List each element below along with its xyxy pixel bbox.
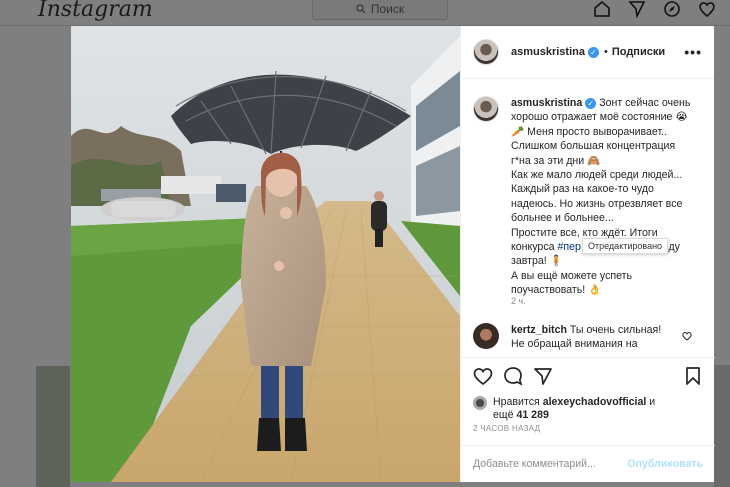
commenter-username[interactable]: kertz_bitch <box>511 324 567 336</box>
caption-line: Простите все, кто ждёт. Итоги <box>511 226 658 239</box>
liker-username[interactable]: alexeychadovofficial <box>543 396 647 408</box>
caption-line: больнее и больнее... <box>511 212 614 225</box>
caption-line: поучаствовать! 👌 <box>511 284 602 297</box>
likes-suffix: и <box>649 396 656 408</box>
save-bookmark-icon[interactable] <box>683 366 703 386</box>
comment-bubble-icon[interactable] <box>503 366 523 386</box>
caption-line: А вы ещё можете успеть <box>511 269 633 282</box>
author-avatar[interactable] <box>473 39 499 65</box>
post-actions: Нравится alexeychadovofficial и ещё 41 2… <box>461 357 715 427</box>
caption-text: asmuskristina ✓ Зонт сейчас очень хорошо … <box>511 96 709 298</box>
background-grid-tile-right <box>714 365 730 487</box>
like-heart-icon[interactable] <box>473 366 493 386</box>
caption-author-username[interactable]: asmuskristina <box>511 97 582 109</box>
post-side-panel: asmuskristina ✓ • Подписки ••• asmuskris… <box>460 26 715 482</box>
caption-author-avatar[interactable] <box>473 96 499 122</box>
caption-verified-badge-icon: ✓ <box>585 97 597 109</box>
likes-count[interactable]: 41 289 <box>516 409 548 421</box>
caption-timestamp[interactable]: 2 ч. <box>511 296 526 306</box>
publish-button[interactable]: Опубликовать <box>627 458 703 470</box>
caption-line: конкурса <box>511 241 555 254</box>
caption-line: хорошо отражает моё состояние 😭 <box>511 111 688 124</box>
likes-summary: Нравится alexeychadovofficial и ещё 41 2… <box>473 396 703 422</box>
post-photo[interactable] <box>71 26 460 482</box>
caption-line: Как же мало людей среди людей... <box>511 169 683 182</box>
background-header: Instagram Поиск <box>0 0 730 26</box>
caption-line: 🥕 Меня просто выворачивает.. <box>511 125 668 138</box>
comment-input[interactable]: Добавьте комментарий... <box>473 458 627 470</box>
comment-item: kertz_bitch Ты очень сильная! Не обращай… <box>473 323 709 352</box>
caption-line: Слишком большая концентрация <box>511 140 676 153</box>
search-input[interactable]: Поиск <box>312 0 448 20</box>
photo-scene <box>71 26 460 482</box>
add-comment-bar: Добавьте комментарий... Опубликовать <box>461 445 715 482</box>
caption-line: Зонт сейчас очень <box>599 97 691 109</box>
instagram-logo[interactable]: Instagram <box>38 0 153 22</box>
author-username[interactable]: asmuskristina <box>511 46 585 58</box>
comment-line: Не обращай внимания на <box>511 338 638 351</box>
following-button[interactable]: Подписки <box>612 46 665 58</box>
search-icon <box>356 4 366 14</box>
verified-badge-icon: ✓ <box>587 46 599 58</box>
post-timestamp[interactable]: 2 ЧАСОВ НАЗАД <box>473 424 540 433</box>
separator-dot: • <box>603 46 608 58</box>
post-header: asmuskristina ✓ • Подписки ••• <box>461 26 714 79</box>
activity-heart-icon[interactable] <box>698 0 716 18</box>
liker-avatar[interactable] <box>473 396 487 410</box>
search-placeholder: Поиск <box>370 2 405 16</box>
comment-like-heart-icon[interactable] <box>682 331 692 341</box>
edited-tooltip: Отредактировано <box>582 238 669 254</box>
direct-icon[interactable] <box>628 0 646 18</box>
top-nav-icons <box>593 0 716 18</box>
caption-line: Каждый раз на какое-то чудо <box>511 183 654 196</box>
caption-line: надеюсь. Но жизнь отрезвляет все <box>511 197 683 210</box>
comment-line: Ты очень сильная! <box>569 324 662 336</box>
explore-icon[interactable] <box>663 0 681 18</box>
more-options-icon[interactable]: ••• <box>684 44 702 60</box>
caption-line: г*на за эти дни 🙈 <box>511 154 601 167</box>
share-paper-plane-icon[interactable] <box>533 366 553 386</box>
likes-prefix: Нравится <box>493 396 540 408</box>
caption-hashtag-link[interactable]: #пер <box>557 241 580 253</box>
comment-text: kertz_bitch Ты очень сильная! Не обращай… <box>511 323 691 352</box>
home-icon[interactable] <box>593 0 611 18</box>
likes-more-prefix: ещё <box>493 409 514 421</box>
caption-line: завтра! 🧍 <box>511 255 563 268</box>
background-grid-tile <box>36 366 70 487</box>
commenter-avatar[interactable] <box>473 323 499 349</box>
post-caption: asmuskristina ✓ Зонт сейчас очень хорошо … <box>473 96 709 298</box>
